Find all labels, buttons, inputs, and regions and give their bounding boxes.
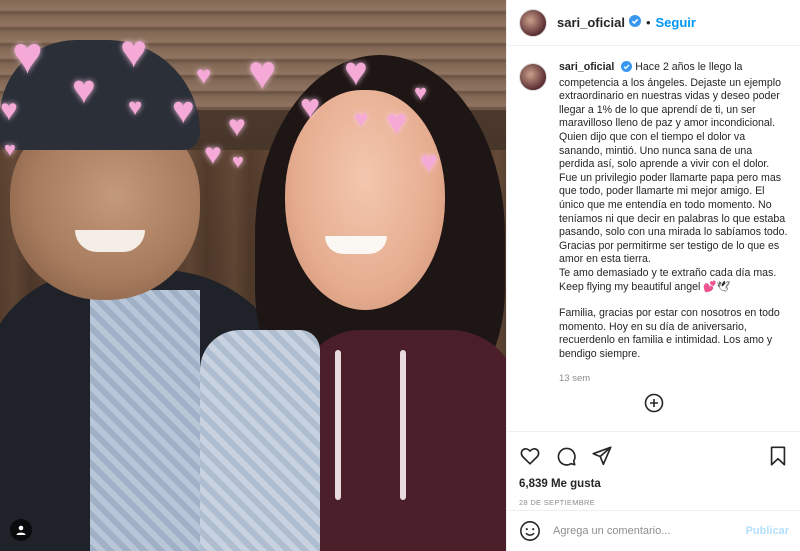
- caption-paragraph: Fue un privilegio poder llamarte papa pe…: [559, 171, 788, 239]
- heart-icon: ♥: [120, 25, 148, 77]
- heart-icon: ♥: [12, 27, 43, 85]
- comment-bar: Publicar: [507, 510, 800, 551]
- emoji-icon[interactable]: [519, 520, 541, 542]
- bookmark-icon[interactable]: [767, 445, 789, 467]
- caption-paragraph: Familia, gracias por estar con nosotros …: [559, 307, 780, 360]
- heart-icon: ♥: [414, 80, 428, 105]
- load-more-comments-button[interactable]: [644, 393, 664, 413]
- publish-button[interactable]: Publicar: [746, 525, 789, 537]
- heart-icon: ♥: [232, 151, 244, 173]
- heart-icon: ♥: [72, 68, 96, 112]
- heart-icon: ♥: [172, 90, 195, 132]
- post-header: sari_oficial • Seguir: [507, 0, 800, 46]
- heart-filter-overlay: ♥ ♥ ♥ ♥ ♥ ♥ ♥ ♥ ♥ ♥ ♥ ♥ ♥ ♥ ♥ ♥ ♥ ♥: [0, 0, 506, 551]
- header-username[interactable]: sari_oficial: [557, 15, 625, 30]
- heart-icon: ♥: [196, 60, 212, 90]
- post-age[interactable]: 13 sem: [559, 373, 789, 384]
- likes-count[interactable]: 6,839 Me gusta: [519, 478, 789, 490]
- heart-icon: ♥: [0, 94, 18, 127]
- heart-icon: ♥: [4, 139, 16, 161]
- heart-like-icon[interactable]: [519, 445, 541, 467]
- heart-icon: ♥: [420, 146, 438, 179]
- caption-paragraph: Te amo demasiado y te extraño cada día m…: [559, 266, 777, 279]
- heart-icon: ♥: [248, 47, 277, 100]
- heart-icon: ♥: [128, 94, 143, 121]
- heart-icon: ♥: [344, 50, 368, 94]
- tagged-user-icon[interactable]: [10, 519, 32, 541]
- post-side-panel: sari_oficial • Seguir sari_oficial Hace …: [506, 0, 800, 551]
- caption-paragraph: Gracias por permitirme ser testigo de lo…: [559, 239, 780, 266]
- post-date[interactable]: 28 DE SEPTIEMBRE: [519, 498, 789, 507]
- caption-area: sari_oficial Hace 2 años le llego la com…: [507, 47, 800, 431]
- caption-paragraph: Keep flying my beautiful angel 💕🕊: [559, 280, 730, 293]
- verified-badge-icon: [621, 61, 633, 77]
- caption-username[interactable]: sari_oficial: [559, 61, 614, 73]
- plus-circle-icon: [644, 393, 664, 413]
- caption-row: sari_oficial Hace 2 años le llego la com…: [519, 61, 789, 361]
- header-separator: •: [645, 15, 651, 30]
- caption-text: sari_oficial Hace 2 años le llego la com…: [559, 61, 789, 361]
- comment-icon[interactable]: [555, 445, 577, 467]
- heart-icon: ♥: [386, 101, 408, 142]
- caption-paragraph: Quien dijo que con el tiempo el dolor va…: [559, 130, 770, 171]
- verified-badge-icon: [628, 14, 641, 32]
- post-actions: 6,839 Me gusta 28 DE SEPTIEMBRE: [507, 431, 800, 507]
- avatar[interactable]: [519, 8, 547, 37]
- avatar[interactable]: [519, 63, 547, 91]
- post-photo[interactable]: ♥ ♥ ♥ ♥ ♥ ♥ ♥ ♥ ♥ ♥ ♥ ♥ ♥ ♥ ♥ ♥ ♥ ♥: [0, 0, 506, 551]
- heart-icon: ♥: [228, 110, 246, 143]
- heart-icon: ♥: [204, 138, 222, 171]
- share-icon[interactable]: [591, 445, 613, 467]
- heart-icon: ♥: [300, 88, 321, 126]
- comment-input[interactable]: [553, 525, 746, 537]
- follow-button[interactable]: Seguir: [656, 15, 696, 30]
- action-icons-row: [519, 444, 789, 468]
- heart-icon: ♥: [354, 106, 369, 133]
